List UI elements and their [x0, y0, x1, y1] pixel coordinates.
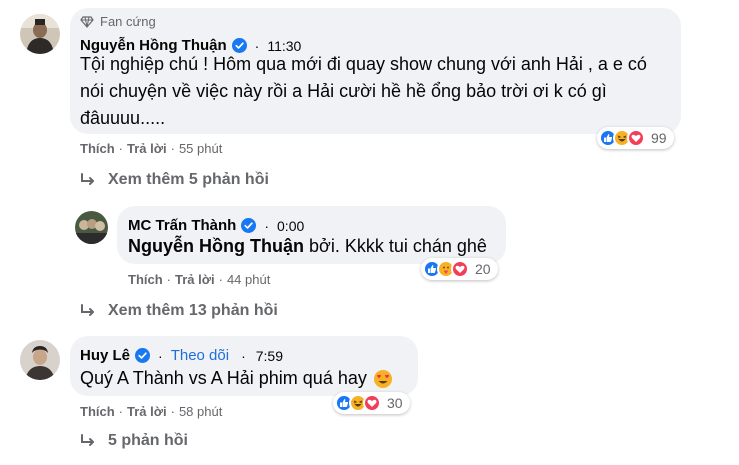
love-icon — [627, 129, 645, 147]
separator-dot: · — [241, 347, 246, 364]
heart-eyes-emoji-icon — [373, 369, 392, 388]
view-more-replies-3[interactable]: 5 phản hồi — [80, 432, 188, 450]
comment-text: Tội nghiệp chú ! Hôm qua mới đi quay sho… — [80, 54, 647, 128]
mention-link[interactable]: Nguyễn Hồng Thuận — [128, 236, 304, 256]
love-icon — [363, 394, 381, 412]
like-button[interactable]: Thích — [128, 272, 163, 287]
verified-badge-icon — [241, 218, 257, 233]
reply-arrow-icon — [81, 434, 94, 446]
like-button[interactable]: Thích — [80, 141, 115, 156]
reply-button[interactable]: Trả lời — [175, 272, 215, 287]
comment-header-3: Huy Lê · Theo dõi · 7:59 — [80, 347, 283, 364]
comment-time[interactable]: 0:00 — [277, 218, 304, 234]
reply-button[interactable]: Trả lời — [127, 404, 167, 419]
separator-dot: · — [264, 217, 270, 234]
comment-text-3: Quý A Thành vs A Hải phim quá hay — [80, 365, 393, 392]
like-button[interactable]: Thích — [80, 404, 115, 419]
reaction-count: 20 — [475, 261, 491, 277]
comment-author[interactable]: MC Trấn Thành — [128, 217, 236, 234]
reaction-count: 99 — [651, 130, 667, 146]
fan-badge-label: Fan cứng — [100, 14, 156, 29]
comment-actions-1: Thích · Trả lời · 55 phút — [80, 141, 222, 156]
comment-age[interactable]: 58 phút — [179, 404, 222, 419]
reaction-summary-3[interactable]: 30 — [333, 392, 410, 414]
reaction-summary-1[interactable]: 99 — [597, 127, 674, 149]
separator-dot: · — [170, 404, 175, 419]
reply-arrow-icon — [81, 173, 94, 185]
view-more-replies-label[interactable]: Xem thêm 13 phản hồi — [108, 302, 278, 320]
comment-age[interactable]: 55 phút — [179, 141, 222, 156]
comment-time[interactable]: 7:59 — [256, 348, 283, 364]
separator-dot: · — [118, 404, 124, 419]
comment-text-2: Nguyễn Hồng Thuận bởi. Kkkk tui chán ghê — [128, 233, 487, 260]
comment-author[interactable]: Huy Lê — [80, 347, 130, 364]
comment-text: Quý A Thành vs A Hải phim quá hay — [80, 368, 367, 388]
diamond-icon — [80, 15, 94, 28]
reply-arrow-icon — [81, 304, 94, 316]
separator-dot: · — [170, 141, 175, 156]
avatar-nguyen-hong-thuan[interactable] — [20, 14, 60, 54]
comment-text: bởi. Kkkk tui chán ghê — [309, 236, 487, 256]
separator-dot: · — [118, 141, 124, 156]
comment-header-2: MC Trấn Thành · 0:00 — [128, 217, 304, 234]
separator-dot: · — [218, 272, 223, 287]
reply-button[interactable]: Trả lời — [127, 141, 167, 156]
love-icon — [451, 260, 469, 278]
comment-actions-2: Thích · Trả lời · 44 phút — [128, 272, 270, 287]
view-more-replies-1[interactable]: Xem thêm 5 phản hồi — [80, 171, 269, 189]
view-more-replies-label[interactable]: Xem thêm 5 phản hồi — [108, 171, 269, 189]
comment-age[interactable]: 44 phút — [227, 272, 270, 287]
comment-actions-3: Thích · Trả lời · 58 phút — [80, 404, 222, 419]
reaction-summary-2[interactable]: 20 — [421, 258, 498, 280]
view-more-replies-2[interactable]: Xem thêm 13 phản hồi — [80, 302, 278, 320]
fan-badge: Fan cứng — [80, 14, 156, 29]
follow-button[interactable]: Theo dõi — [171, 347, 229, 364]
separator-dot: · — [166, 272, 172, 287]
avatar-mc-tran-thanh[interactable] — [75, 211, 108, 244]
reaction-count: 30 — [387, 395, 403, 411]
view-more-replies-label[interactable]: 5 phản hồi — [108, 432, 188, 450]
separator-dot: · — [158, 347, 163, 364]
verified-badge-icon — [135, 348, 151, 363]
avatar-huy-le[interactable] — [20, 340, 60, 380]
